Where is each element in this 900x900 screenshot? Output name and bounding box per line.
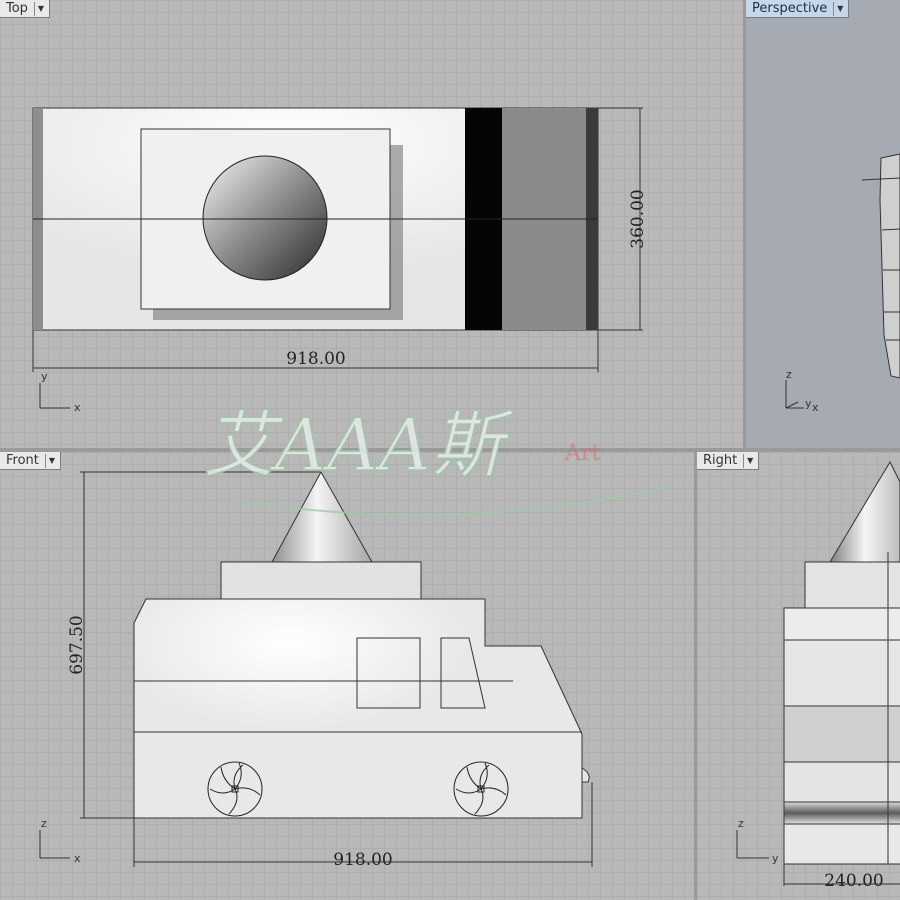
body-right-upper <box>783 607 900 641</box>
svg-text:z: z <box>41 817 47 830</box>
right-view-drawing: 240.00 z y <box>736 460 900 891</box>
dim-width-front: 918.00 <box>333 850 392 870</box>
viewport-label-right[interactable]: Right ▼ <box>697 452 760 470</box>
tire-right <box>783 801 900 825</box>
body-right-window <box>783 639 900 707</box>
dim-width-top: 918.00 <box>286 349 345 369</box>
top-view-drawing: 918.00 360.00 y x <box>32 107 648 414</box>
chevron-down-icon[interactable]: ▼ <box>44 453 58 468</box>
roof-box-right <box>804 561 900 609</box>
svg-text:y: y <box>805 397 812 410</box>
body-right-mid <box>783 705 900 763</box>
chevron-down-icon[interactable]: ▼ <box>743 453 756 468</box>
svg-text:x: x <box>74 852 81 865</box>
roof-box-front <box>220 561 422 600</box>
viewport-title: Right <box>703 453 738 468</box>
viewport-label-top[interactable]: Top ▼ <box>0 0 50 18</box>
perspective-drawing: z y x <box>785 153 900 414</box>
skirt-right <box>783 823 900 865</box>
viewport-title: Perspective <box>752 1 828 16</box>
cone-right <box>829 460 900 563</box>
svg-text:z: z <box>738 817 744 830</box>
cone-front <box>271 470 373 563</box>
bumper-front <box>581 767 590 783</box>
dim-height-top: 360.00 <box>628 189 648 248</box>
viewport-perspective[interactable]: Perspective ▼ z y x <box>746 0 900 448</box>
axis-gizmo-perspective: z y x <box>785 368 819 414</box>
viewport-label-perspective[interactable]: Perspective ▼ <box>746 0 850 18</box>
svg-text:y: y <box>772 852 779 865</box>
dim-height-front: 697.50 <box>67 615 87 674</box>
axis-gizmo-top: y x <box>39 370 81 414</box>
cone-top <box>202 155 328 281</box>
front-view-drawing: 697.50 918.00 z x <box>39 470 593 870</box>
chevron-down-icon[interactable]: ▼ <box>833 1 846 16</box>
viewport-front[interactable]: Front ▼ 697.50 918.00 z x <box>0 452 694 900</box>
axis-gizmo-front: z x <box>39 817 81 865</box>
svg-text:x: x <box>74 401 81 414</box>
axis-gizmo-right: z y <box>736 817 779 865</box>
viewport-title: Front <box>6 453 39 468</box>
dim-width-right: 240.00 <box>824 871 883 891</box>
viewport-top[interactable]: Top ▼ 918.00 360.00 y x <box>0 0 743 448</box>
viewport-title: Top <box>6 1 28 16</box>
svg-text:y: y <box>41 370 48 383</box>
viewport-right[interactable]: Right ▼ 240.00 z y <box>697 452 900 900</box>
van-perspective <box>879 153 900 379</box>
svg-text:x: x <box>812 401 819 414</box>
svg-text:z: z <box>786 368 792 381</box>
chevron-down-icon[interactable]: ▼ <box>33 1 47 16</box>
body-right-lower <box>783 761 900 803</box>
viewport-label-front[interactable]: Front ▼ <box>0 452 61 470</box>
